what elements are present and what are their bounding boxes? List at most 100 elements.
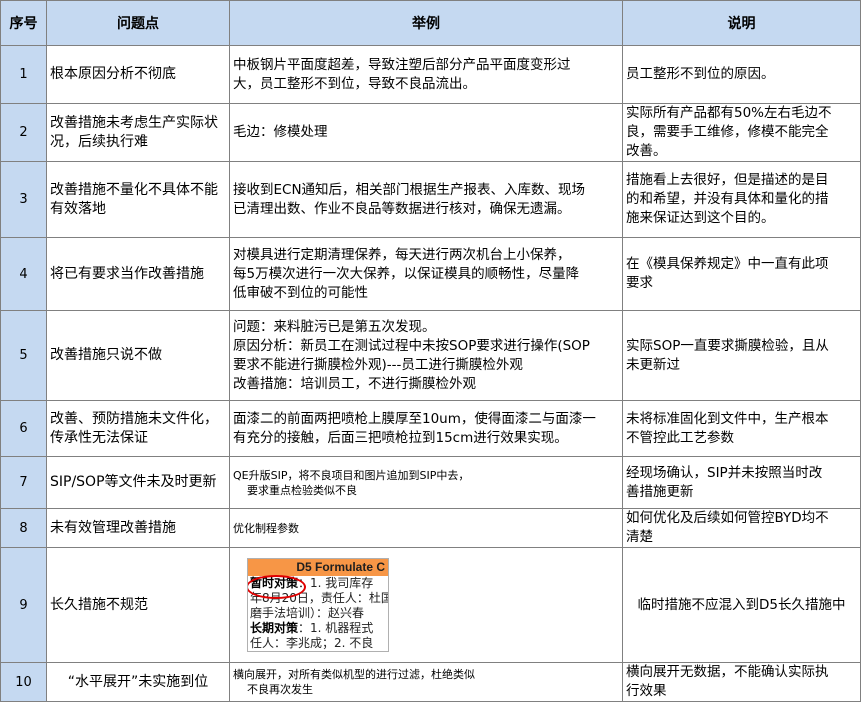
example-line: 每5万模次进行一次大保养，以保证模具的顺畅性，尽量降: [233, 265, 580, 282]
example-line: 中板钢片平面度超差，导致注塑后部分产品平面度变形过: [233, 56, 571, 73]
desc-line: 的和希望，并没有具体和量化的措: [626, 191, 829, 207]
header-row: 序号 问题点 举例 说明: [0, 0, 861, 46]
desc-cell: 横向展开无数据，不能确认实际执 行效果: [622, 662, 861, 702]
desc-line: 未将标准固化到文件中，生产根本: [626, 410, 829, 427]
example-line: 不良再次发生: [247, 683, 313, 696]
issue-cell: SIP/SOP等文件未及时更新: [46, 456, 230, 509]
desc-cell: 如何优化及后续如何管控BYD均不 清楚: [622, 508, 861, 548]
example-line: 要求重点检验类似不良: [247, 483, 357, 497]
image-header: D5 Formulate C: [248, 559, 388, 576]
desc-line: 经现场确认，SIP并未按照当时改: [626, 464, 823, 481]
row-number: 1: [0, 45, 47, 104]
desc-line: 施来保证达到这个目的。: [626, 210, 775, 226]
row-number: 4: [0, 237, 47, 311]
image-line: 任人：李兆成；2. 不良: [250, 636, 374, 650]
desc-line: 实际所有产品都有50%左右毛边不: [626, 105, 832, 121]
table-row: 3 改善措施不量化不具体不能有效落地 接收到ECN通知后，相关部门根据生产报表、…: [0, 161, 861, 238]
desc-line: 横向展开无数据，不能确认实际执: [626, 664, 829, 680]
example-cell: QE升版SIP，将不良项目和图片追加到SIP中去， 要求重点检验类似不良: [229, 456, 623, 509]
row-number: 9: [0, 547, 47, 663]
table-row: 8 未有效管理改善措施 优化制程参数 如何优化及后续如何管控BYD均不 清楚: [0, 508, 861, 548]
example-cell: 毛边：修模处理: [229, 103, 623, 162]
table-row: 4 将已有要求当作改善措施 对模具进行定期清理保养，每天进行两次机台上小保养， …: [0, 237, 861, 311]
issue-cell: 改善、预防措施未文件化，传承性无法保证: [46, 400, 230, 457]
desc-cell: 未将标准固化到文件中，生产根本 不管控此工艺参数: [622, 400, 861, 457]
issue-cell: 改善措施只说不做: [46, 310, 230, 401]
desc-cell: 实际SOP一直要求撕膜检验，且从 未更新过: [622, 310, 861, 401]
desc-line: 员工整形不到位的原因。: [626, 66, 775, 82]
issue-cell: 将已有要求当作改善措施: [46, 237, 230, 311]
example-line: 面漆二的前面两把喷枪上膜厚至10um，使得面漆二与面漆一: [233, 410, 596, 427]
header-desc: 说明: [622, 0, 861, 46]
desc-line: 善措施更新: [626, 483, 694, 500]
issue-cell: 改善措施不量化不具体不能有效落地: [46, 161, 230, 238]
example-line: 对模具进行定期清理保养，每天进行两次机台上小保养，: [233, 246, 571, 263]
desc-line: 清楚: [626, 529, 653, 545]
example-line: 原因分析：新员工在测试过程中未按SOP要求进行操作(SOP: [233, 337, 590, 354]
example-line: 有充分的接触，后面三把喷枪拉到15cm进行效果实现。: [233, 429, 568, 446]
desc-cell: 员工整形不到位的原因。: [622, 45, 861, 104]
example-cell: 中板钢片平面度超差，导致注塑后部分产品平面度变形过 大，员工整形不到位，导致不良…: [229, 45, 623, 104]
example-cell: 问题：来料脏污已是第五次发现。 原因分析：新员工在测试过程中未按SOP要求进行操…: [229, 310, 623, 401]
example-line: 低审破不到位的可能性: [233, 284, 368, 301]
example-line: 改善措施：培训员工，不进行撕膜检外观: [233, 375, 476, 392]
desc-cell: 措施看上去很好，但是描述的是目 的和希望，并没有具体和量化的措 施来保证达到这个…: [622, 161, 861, 238]
issue-cell: 未有效管理改善措施: [46, 508, 230, 548]
desc-cell: 经现场确认，SIP并未按照当时改 善措施更新: [622, 456, 861, 509]
row-number: 7: [0, 456, 47, 509]
table-row: 1 根本原因分析不彻底 中板钢片平面度超差，导致注塑后部分产品平面度变形过 大，…: [0, 45, 861, 104]
table-row: 9 长久措施不规范 D5 Formulate C 暂时对策：1. 我司库存 年8…: [0, 547, 861, 663]
issue-cell: 改善措施未考虑生产实际状况，后续执行难: [46, 103, 230, 162]
desc-cell: 临时措施不应混入到D5长久措施中: [622, 547, 861, 663]
example-line: 问题：来料脏污已是第五次发现。: [233, 318, 436, 335]
example-line: 要求不能进行撕膜检外观)---员工进行撕膜检外观: [233, 356, 523, 373]
issue-cell: 根本原因分析不彻底: [46, 45, 230, 104]
row-number: 3: [0, 161, 47, 238]
issue-table: 序号 问题点 举例 说明 1 根本原因分析不彻底 中板钢片平面度超差，导致注塑后…: [0, 0, 861, 702]
example-cell: D5 Formulate C 暂时对策：1. 我司库存 年8月20日，责任人：杜…: [229, 547, 623, 663]
example-line: 大，员工整形不到位，导致不良品流出。: [233, 75, 476, 92]
header-no: 序号: [0, 0, 47, 46]
issue-cell: 长久措施不规范: [46, 547, 230, 663]
table-row: 2 改善措施未考虑生产实际状况，后续执行难 毛边：修模处理 实际所有产品都有50…: [0, 103, 861, 162]
desc-cell: 在《模具保养规定》中一直有此项 要求: [622, 237, 861, 311]
desc-line: 如何优化及后续如何管控BYD均不: [626, 510, 829, 526]
desc-line: 在《模具保养规定》中一直有此项: [626, 256, 829, 272]
row-number: 10: [0, 662, 47, 702]
example-line: 毛边：修模处理: [233, 124, 328, 140]
example-line: 已清理出数、作业不良品等数据进行核对，确保无遗漏。: [233, 200, 571, 217]
example-line: QE升版SIP，将不良项目和图片追加到SIP中去，: [233, 468, 470, 482]
example-line: 接收到ECN通知后，相关部门根据生产报表、入库数、现场: [233, 181, 586, 198]
row-number: 8: [0, 508, 47, 548]
embedded-screenshot: D5 Formulate C 暂时对策：1. 我司库存 年8月20日，责任人：杜…: [247, 558, 389, 652]
desc-cell: 实际所有产品都有50%左右毛边不 良，需要手工维修，修模不能完全 改善。: [622, 103, 861, 162]
desc-line: 要求: [626, 275, 653, 291]
table-row: 10 “水平展开”未实施到位 横向展开，对所有类似机型的进行过滤，杜绝类似 不良…: [0, 662, 861, 702]
highlight-circle: [248, 575, 306, 599]
example-cell: 对模具进行定期清理保养，每天进行两次机台上小保养， 每5万模次进行一次大保养，以…: [229, 237, 623, 311]
example-cell: 面漆二的前面两把喷枪上膜厚至10um，使得面漆二与面漆一 有充分的接触，后面三把…: [229, 400, 623, 457]
desc-line: 未更新过: [626, 356, 680, 373]
desc-line: 良，需要手工维修，修模不能完全: [626, 124, 829, 140]
row-number: 5: [0, 310, 47, 401]
example-line: 横向展开，对所有类似机型的进行过滤，杜绝类似: [233, 668, 475, 681]
desc-line: 临时措施不应混入到D5长久措施中: [637, 596, 846, 613]
row-number: 2: [0, 103, 47, 162]
header-example: 举例: [229, 0, 623, 46]
image-line: 长期对策：1. 机器程式: [250, 621, 374, 635]
table-row: 5 改善措施只说不做 问题：来料脏污已是第五次发现。 原因分析：新员工在测试过程…: [0, 310, 861, 401]
row-number: 6: [0, 400, 47, 457]
example-line: 优化制程参数: [233, 521, 299, 535]
table-row: 7 SIP/SOP等文件未及时更新 QE升版SIP，将不良项目和图片追加到SIP…: [0, 456, 861, 509]
table-row: 6 改善、预防措施未文件化，传承性无法保证 面漆二的前面两把喷枪上膜厚至10um…: [0, 400, 861, 457]
issue-cell: “水平展开”未实施到位: [46, 662, 230, 702]
desc-line: 实际SOP一直要求撕膜检验，且从: [626, 337, 829, 354]
desc-line: 不管控此工艺参数: [626, 429, 734, 446]
header-issue: 问题点: [46, 0, 230, 46]
desc-line: 措施看上去很好，但是描述的是目: [626, 172, 829, 188]
example-cell: 优化制程参数: [229, 508, 623, 548]
example-cell: 接收到ECN通知后，相关部门根据生产报表、入库数、现场 已清理出数、作业不良品等…: [229, 161, 623, 238]
image-line: 磨手法培训）：赵兴春: [250, 606, 365, 620]
example-cell: 横向展开，对所有类似机型的进行过滤，杜绝类似 不良再次发生: [229, 662, 623, 702]
desc-line: 改善。: [626, 143, 667, 159]
